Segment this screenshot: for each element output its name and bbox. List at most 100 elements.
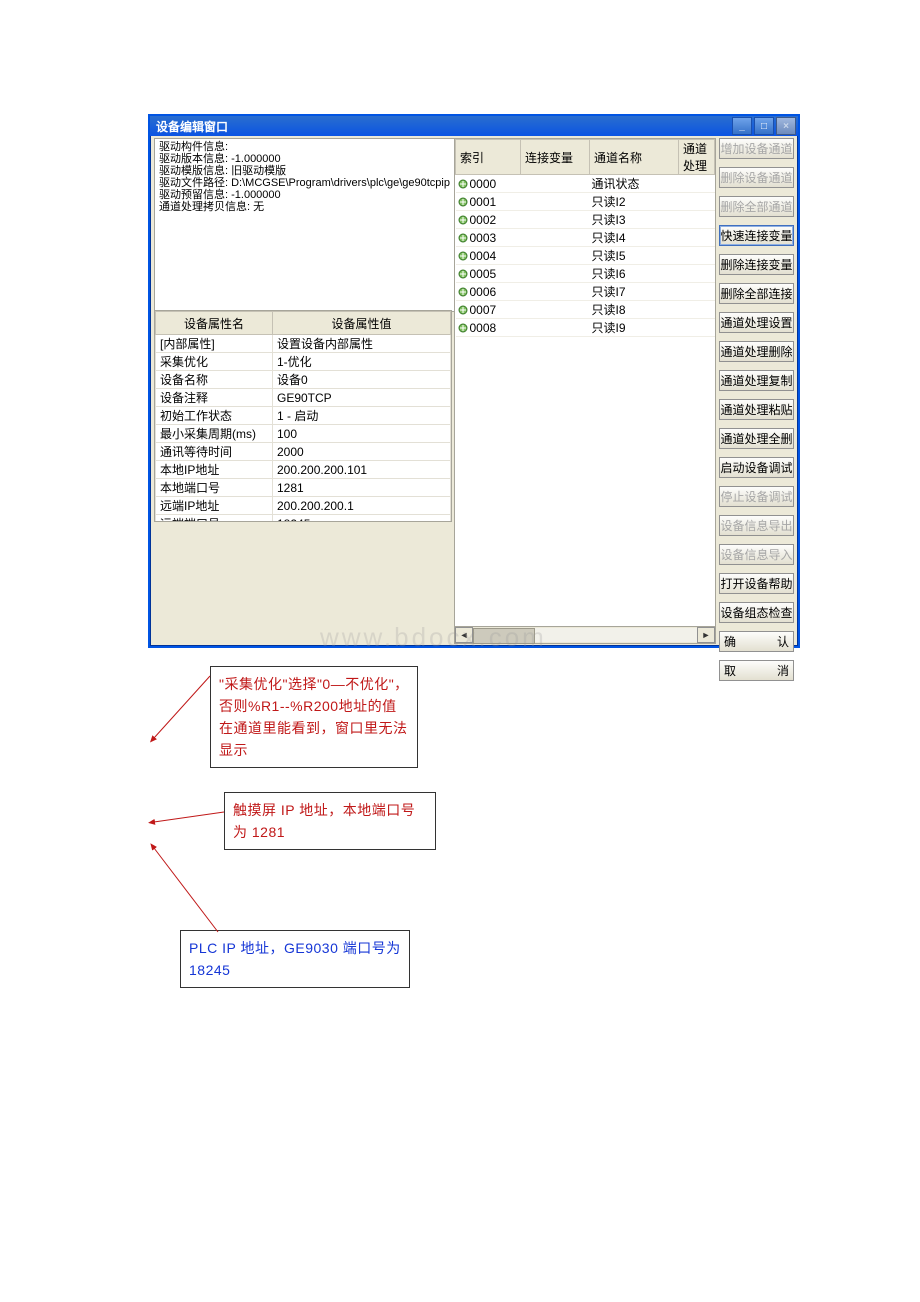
channel-row[interactable]: 0008 只读I9	[456, 319, 715, 337]
action-button[interactable]: 快速连接变量	[719, 225, 794, 246]
action-button[interactable]: 通道处理删除	[719, 341, 794, 362]
device-edit-window: 设备编辑窗口 _ □ × 驱动构件信息: 驱动版本信息: -1.000000 驱…	[148, 114, 800, 648]
action-button[interactable]: 删除全部连接	[719, 283, 794, 304]
property-row[interactable]: 最小采集周期(ms)100	[156, 425, 451, 443]
property-row[interactable]: 初始工作状态1 - 启动	[156, 407, 451, 425]
property-name: 通讯等待时间	[156, 443, 273, 461]
action-button[interactable]: 通道处理粘贴	[719, 399, 794, 420]
property-row[interactable]: 采集优化1-优化	[156, 353, 451, 371]
channel-name: 只读I7	[590, 283, 679, 301]
ok-button[interactable]: 确认	[719, 631, 794, 652]
channel-var	[521, 247, 590, 265]
channel-name: 只读I2	[590, 193, 679, 211]
action-button: 停止设备调试	[719, 486, 794, 507]
channel-row[interactable]: 0004只读I5	[456, 247, 715, 265]
channel-index: 0002	[458, 213, 519, 227]
property-row[interactable]: 通讯等待时间2000	[156, 443, 451, 461]
channel-row[interactable]: 0007只读I8	[456, 301, 715, 319]
channel-var	[521, 211, 590, 229]
titlebar[interactable]: 设备编辑窗口 _ □ ×	[150, 116, 798, 136]
action-button: 删除设备通道	[719, 167, 794, 188]
channel-row[interactable]: 0005只读I6	[456, 265, 715, 283]
minimize-button[interactable]: _	[732, 117, 752, 135]
channel-var	[521, 175, 590, 193]
property-header-value: 设备属性值	[273, 312, 451, 335]
channel-index: 0008	[458, 321, 519, 335]
channel-var	[521, 283, 590, 301]
callout-optimization: "采集优化"选择"0—不优化"，否则%R1--%R200地址的值在通道里能看到，…	[210, 666, 418, 768]
channel-row[interactable]: 0002只读I3	[456, 211, 715, 229]
property-value[interactable]: 设备0	[273, 371, 451, 389]
property-value[interactable]: 200.200.200.1	[273, 497, 451, 515]
channel-proc	[679, 265, 715, 283]
channel-proc	[679, 193, 715, 211]
channel-proc	[679, 301, 715, 319]
property-value[interactable]: 1281	[273, 479, 451, 497]
channel-name: 只读I9	[590, 319, 679, 337]
arrow-3-icon	[148, 842, 248, 942]
channel-var	[521, 319, 590, 337]
channel-name: 通讯状态	[590, 175, 679, 193]
action-button: 删除全部通道	[719, 196, 794, 217]
property-value[interactable]: 100	[273, 425, 451, 443]
property-row[interactable]: 本地IP地址200.200.200.101	[156, 461, 451, 479]
action-button[interactable]: 设备组态检查	[719, 602, 794, 623]
property-value[interactable]: 设置设备内部属性	[273, 335, 451, 353]
cancel-button[interactable]: 取消	[719, 660, 794, 681]
property-name: 采集优化	[156, 353, 273, 371]
channel-name: 只读I8	[590, 301, 679, 319]
property-name: 远端IP地址	[156, 497, 273, 515]
action-button[interactable]: 通道处理复制	[719, 370, 794, 391]
property-name: 设备注释	[156, 389, 273, 407]
channel-proc	[679, 175, 715, 193]
property-row[interactable]: 远端端口号18245	[156, 515, 451, 523]
scroll-right-icon[interactable]: ►	[697, 627, 715, 643]
channel-var	[521, 229, 590, 247]
action-button[interactable]: 启动设备调试	[719, 457, 794, 478]
action-button[interactable]: 打开设备帮助	[719, 573, 794, 594]
property-name: 最小采集周期(ms)	[156, 425, 273, 443]
channel-row[interactable]: 0006 只读I7	[456, 283, 715, 301]
channel-index: 0006	[458, 285, 519, 299]
channel-row[interactable]: 0001 只读I2	[456, 193, 715, 211]
close-button[interactable]: ×	[776, 117, 796, 135]
property-row[interactable]: 本地端口号1281	[156, 479, 451, 497]
property-row[interactable]: [内部属性]设置设备内部属性	[156, 335, 451, 353]
channel-proc	[679, 319, 715, 337]
window-title: 设备编辑窗口	[152, 118, 730, 135]
channel-table[interactable]: 索引 连接变量 通道名称 通道处理 0000通讯状态0001只读I20002只读…	[454, 138, 716, 634]
action-button[interactable]: 通道处理设置	[719, 312, 794, 333]
channel-index: 0005	[458, 267, 519, 281]
channel-header-index: 索引	[456, 140, 521, 175]
action-button[interactable]: 删除连接变量	[719, 254, 794, 275]
property-name: 本地端口号	[156, 479, 273, 497]
property-value[interactable]: 1-优化	[273, 353, 451, 371]
channel-header-name: 通道名称	[590, 140, 679, 175]
property-value[interactable]: GE90TCP	[273, 389, 451, 407]
property-table[interactable]: 设备属性名 设备属性值 [内部属性]设置设备内部属性采集优化1-优化设备名称设备…	[154, 310, 452, 522]
channel-header-proc: 通道处理	[679, 140, 715, 175]
driver-info-panel: 驱动构件信息: 驱动版本信息: -1.000000 驱动模版信息: 旧驱动模版 …	[154, 138, 460, 312]
channel-proc	[679, 283, 715, 301]
arrow-2-icon	[148, 800, 228, 830]
button-column: 增加设备通道删除设备通道删除全部通道快速连接变量删除连接变量删除全部连接通道处理…	[719, 138, 794, 681]
property-row[interactable]: 设备注释GE90TCP	[156, 389, 451, 407]
property-header-name: 设备属性名	[156, 312, 273, 335]
channel-index: 0004	[458, 249, 519, 263]
action-button[interactable]: 通道处理全删	[719, 428, 794, 449]
callout-local-ip: 触摸屏 IP 地址，本地端口号为 1281	[224, 792, 436, 850]
channel-index: 0003	[458, 231, 519, 245]
property-value[interactable]: 18245	[273, 515, 451, 523]
channel-var	[521, 301, 590, 319]
channel-proc	[679, 247, 715, 265]
channel-row[interactable]: 0003只读I4	[456, 229, 715, 247]
property-row[interactable]: 远端IP地址200.200.200.1	[156, 497, 451, 515]
channel-index: 0001	[458, 195, 519, 209]
property-value[interactable]: 1 - 启动	[273, 407, 451, 425]
maximize-button[interactable]: □	[754, 117, 774, 135]
property-value[interactable]: 200.200.200.101	[273, 461, 451, 479]
property-row[interactable]: 设备名称设备0	[156, 371, 451, 389]
channel-row[interactable]: 0000通讯状态	[456, 175, 715, 193]
property-value[interactable]: 2000	[273, 443, 451, 461]
property-name: 远端端口号	[156, 515, 273, 523]
